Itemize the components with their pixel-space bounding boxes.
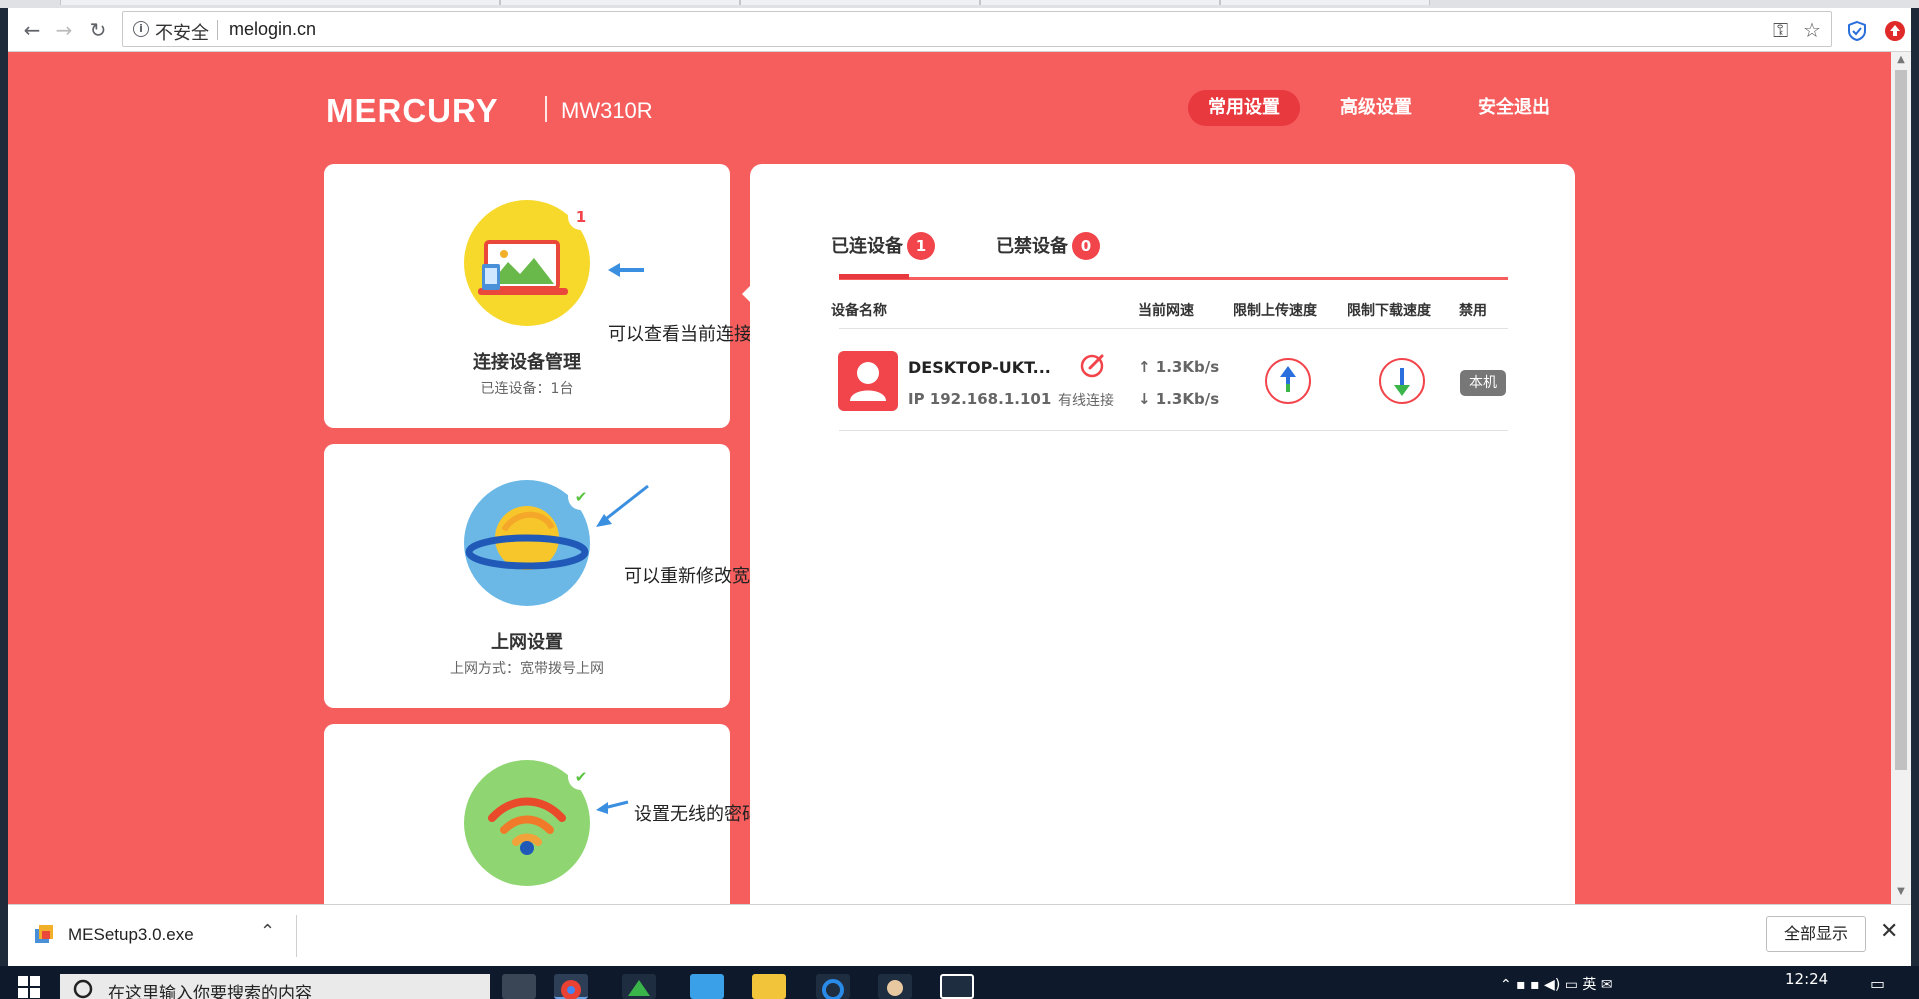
edit-name-icon[interactable] [1080, 352, 1106, 378]
back-icon[interactable]: ← [20, 18, 44, 42]
tray-icons[interactable]: ⌃ ▪ ▪ ◀) ▭ 英 ✉ [1500, 974, 1613, 994]
search-icon [73, 979, 93, 999]
page-scrollbar[interactable]: ▲ ▼ [1891, 52, 1911, 904]
col-device-name: 设备名称 [831, 303, 887, 319]
omnibox-divider [217, 20, 218, 40]
header-divider [839, 328, 1508, 329]
chrome-icon[interactable] [554, 974, 588, 999]
browser-tab[interactable] [60, 0, 500, 5]
browser-tab[interactable] [980, 0, 1220, 5]
show-all-button[interactable]: 全部显示 [1766, 916, 1866, 952]
key-icon[interactable]: ⚿ [1773, 18, 1788, 42]
download-filename[interactable]: MESetup3.0.exe [68, 925, 194, 945]
active-tab-indicator [839, 274, 909, 279]
col-download-limit: 限制下载速度 [1347, 303, 1431, 319]
browser-tab[interactable] [740, 0, 980, 5]
local-machine-badge: 本机 [1460, 370, 1506, 396]
browser-tab[interactable] [500, 0, 740, 5]
task-view-icon[interactable] [502, 974, 536, 999]
tab-underline [839, 277, 1508, 280]
user-avatar-icon [838, 351, 898, 411]
download-divider [296, 915, 297, 957]
bookmark-star-icon[interactable]: ☆ [1803, 18, 1821, 42]
device-panel-layer: 已连设备 1 已禁设备 0 设备名称 当前网速 限制上传速度 限制下载速度 禁用… [8, 52, 1891, 904]
download-speed: ↓ 1.3Kb/s [1138, 390, 1220, 408]
row-divider [839, 430, 1508, 431]
app-icon[interactable] [622, 974, 656, 999]
file-explorer-icon[interactable] [752, 974, 786, 999]
device-name: DESKTOP-UKT... [908, 358, 1051, 377]
app-icon[interactable] [878, 974, 912, 999]
arrow-down-icon [1394, 368, 1410, 396]
upload-speed: ↑ 1.3Kb/s [1138, 358, 1220, 376]
taskbar-search[interactable]: 在这里输入你要搜索的内容 [60, 974, 490, 999]
installer-file-icon [35, 925, 53, 943]
upload-limit-button[interactable] [1265, 358, 1311, 404]
col-current-speed: 当前网速 [1138, 303, 1194, 319]
close-icon[interactable]: ✕ [1880, 919, 1898, 944]
forward-icon[interactable]: → [52, 18, 76, 42]
device-ip: IP 192.168.1.101 [908, 390, 1052, 408]
shield-extension-icon[interactable] [1846, 20, 1868, 42]
arrow-up-icon [1280, 366, 1296, 392]
clock[interactable]: 12:24 [1785, 970, 1828, 988]
security-label[interactable]: 不安全 [155, 19, 209, 45]
tab-connected-devices[interactable]: 已连设备 [831, 232, 903, 258]
upload-extension-icon[interactable] [1884, 20, 1906, 42]
chevron-up-icon[interactable]: ⌃ [260, 921, 275, 942]
connected-count-badge: 1 [907, 232, 935, 260]
reload-icon[interactable]: ↻ [86, 18, 110, 42]
tab-strip [0, 0, 1919, 8]
scroll-up-icon[interactable]: ▲ [1895, 54, 1907, 66]
connection-type: 有线连接 [1058, 393, 1114, 409]
url-text[interactable]: melogin.cn [229, 19, 316, 40]
app-icon[interactable] [940, 974, 974, 999]
notification-icon[interactable]: ▭ [1870, 974, 1885, 993]
download-bar: MESetup3.0.exe ⌃ 全部显示 ✕ [8, 904, 1911, 966]
col-disable: 禁用 [1459, 303, 1487, 319]
scroll-down-icon[interactable]: ▼ [1895, 886, 1907, 898]
app-icon[interactable] [690, 974, 724, 999]
scroll-thumb[interactable] [1895, 70, 1907, 770]
edge-icon[interactable] [816, 974, 850, 999]
address-bar[interactable]: i 不安全 melogin.cn ⚿ ☆ [122, 11, 1832, 47]
windows-taskbar: 在这里输入你要搜索的内容 ⌃ ▪ ▪ ◀) ▭ 英 ✉ 12:24 ▭ [0, 966, 1919, 999]
info-icon[interactable]: i [133, 21, 149, 37]
blocked-count-badge: 0 [1072, 232, 1100, 260]
tab-blocked-devices[interactable]: 已禁设备 [996, 232, 1068, 258]
col-upload-limit: 限制上传速度 [1233, 303, 1317, 319]
windows-start-icon[interactable] [18, 976, 40, 998]
download-limit-button[interactable] [1379, 358, 1425, 404]
browser-tab[interactable] [1220, 0, 1430, 5]
search-placeholder: 在这里输入你要搜索的内容 [108, 984, 312, 999]
browser-toolbar: ← → ↻ i 不安全 melogin.cn ⚿ ☆ [8, 8, 1911, 52]
